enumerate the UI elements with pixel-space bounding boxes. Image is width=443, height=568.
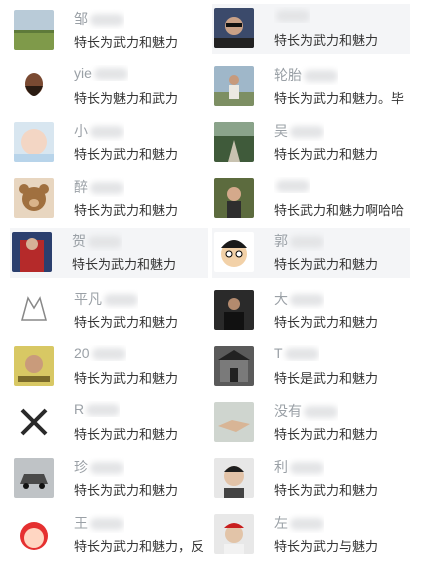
friend-item[interactable]: T 特长是武力和魅力 bbox=[212, 342, 408, 392]
friend-list: 邹 特长为武力和魅力 特长为武力和魅力 yie 特长为魅力和武力 轮胎 特长为武… bbox=[0, 0, 443, 568]
cartoon-girl-avatar bbox=[14, 514, 54, 554]
friend-item[interactable]: 没有 特长为武力和魅力 bbox=[212, 398, 408, 448]
friend-item[interactable]: 醉 特长为武力和魅力 bbox=[12, 174, 208, 224]
friend-name bbox=[274, 7, 310, 23]
man-sunglasses-avatar bbox=[214, 8, 254, 48]
man-red-cap-avatar bbox=[214, 514, 254, 554]
baby-avatar bbox=[14, 122, 54, 162]
man-outdoors-avatar bbox=[214, 66, 254, 106]
friend-item[interactable]: 珍 特长为武力和魅力 bbox=[12, 454, 208, 504]
friend-item[interactable]: yie 特长为魅力和武力 bbox=[12, 62, 208, 112]
friend-signature: 特长为武力和魅力 bbox=[274, 427, 379, 442]
friend-item[interactable]: R 特长为武力和魅力 bbox=[12, 398, 208, 448]
friend-name: 大 bbox=[274, 289, 324, 309]
friend-name: 醉 bbox=[74, 177, 124, 197]
friend-item[interactable]: 利 特长为武力和魅力 bbox=[212, 454, 408, 504]
friend-name: R bbox=[74, 401, 121, 417]
friend-name: yie bbox=[74, 65, 128, 81]
superhero-avatar bbox=[12, 232, 52, 272]
friend-name: 平凡 bbox=[74, 289, 138, 309]
friend-item[interactable]: 特长武力和魅力啊哈哈 bbox=[212, 174, 408, 224]
friend-name: 左 bbox=[274, 513, 324, 533]
cartoon-face-avatar bbox=[214, 232, 254, 272]
friend-signature: 特长为武力和魅力 bbox=[274, 315, 379, 330]
friend-item[interactable]: 邹 特长为武力和魅力 bbox=[12, 6, 208, 56]
friend-signature: 特长为武力和魅力 bbox=[74, 147, 179, 162]
friend-signature: 特长为武力和魅力，反 bbox=[74, 539, 205, 554]
friend-item[interactable]: 大 特长为武力和魅力 bbox=[212, 286, 408, 336]
friend-name: 没有 bbox=[274, 401, 338, 421]
friend-item[interactable]: 吴 特长为武力和魅力 bbox=[212, 118, 408, 168]
friend-name: 轮胎 bbox=[274, 65, 338, 85]
friend-name: 贺 bbox=[72, 231, 122, 251]
friend-name: 利 bbox=[274, 457, 324, 477]
tree-path-avatar bbox=[214, 122, 254, 162]
friend-signature: 特长为魅力和武力 bbox=[74, 91, 179, 106]
field-landscape-avatar bbox=[14, 10, 54, 50]
friend-item[interactable]: 轮胎 特长为武力和魅力。毕 bbox=[212, 62, 408, 112]
friend-signature: 特长武力和魅力啊哈哈 bbox=[274, 203, 405, 218]
friend-name bbox=[274, 177, 310, 193]
friend-signature: 特长为武力和魅力 bbox=[74, 427, 179, 442]
friend-signature: 特长为武力和魅力。毕 bbox=[274, 91, 405, 106]
teddy-bear-avatar bbox=[14, 178, 54, 218]
friend-name: 王 bbox=[74, 513, 124, 533]
sketch-cat-avatar bbox=[14, 290, 54, 330]
friend-signature: 特长为武力和魅力 bbox=[74, 35, 179, 50]
friend-signature: 特长为武力和魅力 bbox=[274, 147, 379, 162]
handshake-avatar bbox=[214, 402, 254, 442]
friend-item[interactable]: 王 特长为武力和魅力，反 bbox=[12, 510, 208, 560]
friend-item[interactable]: 小 特长为武力和魅力 bbox=[12, 118, 208, 168]
friend-name: 吴 bbox=[274, 121, 324, 141]
friend-name: T bbox=[274, 345, 319, 361]
friend-signature: 特长为武力和魅力 bbox=[72, 257, 177, 272]
crossed-x-avatar bbox=[14, 402, 54, 442]
friend-item[interactable]: 贺 特长为武力和魅力 bbox=[10, 228, 208, 278]
friend-signature: 特长为武力和魅力 bbox=[274, 257, 379, 272]
friend-signature: 特长是武力和魅力 bbox=[274, 371, 379, 386]
friend-name: 小 bbox=[74, 121, 124, 141]
friend-signature: 特长为武力与魅力 bbox=[274, 539, 379, 554]
friend-item[interactable]: 郭 特长为武力和魅力 bbox=[212, 228, 410, 278]
friend-name: 珍 bbox=[74, 457, 124, 477]
friend-name: 郭 bbox=[274, 231, 324, 251]
friend-item[interactable]: 特长为武力和魅力 bbox=[212, 4, 410, 54]
friend-signature: 特长为武力和魅力 bbox=[74, 483, 179, 498]
friend-name: 20 bbox=[74, 345, 126, 361]
friend-item[interactable]: 20 特长为武力和魅力 bbox=[12, 342, 208, 392]
friend-item[interactable]: 平凡 特长为武力和魅力 bbox=[12, 286, 208, 336]
poster-avatar bbox=[14, 346, 54, 386]
friend-signature: 特长为武力和魅力 bbox=[74, 203, 179, 218]
friend-item[interactable]: 左 特长为武力与魅力 bbox=[212, 510, 408, 560]
friend-signature: 特长为武力和魅力 bbox=[274, 483, 379, 498]
bearded-man-avatar bbox=[14, 66, 54, 106]
man-dark-suit-avatar bbox=[214, 290, 254, 330]
gate-building-avatar bbox=[214, 346, 254, 386]
car-avatar bbox=[14, 458, 54, 498]
young-man-avatar bbox=[214, 458, 254, 498]
friend-signature: 特长为武力和魅力 bbox=[274, 33, 379, 48]
child-outdoors-avatar bbox=[214, 178, 254, 218]
friend-signature: 特长为武力和魅力 bbox=[74, 371, 179, 386]
friend-name: 邹 bbox=[74, 9, 124, 29]
friend-signature: 特长为武力和魅力 bbox=[74, 315, 179, 330]
